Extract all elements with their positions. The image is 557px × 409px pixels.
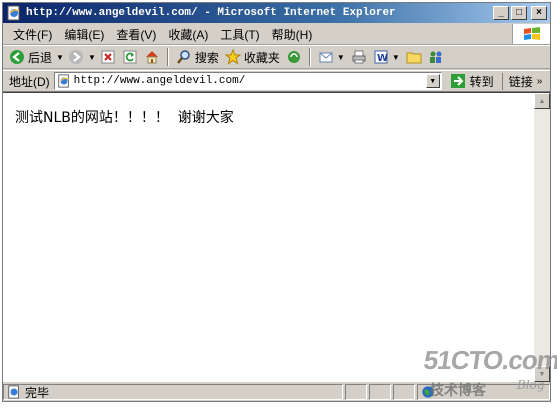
home-button[interactable] <box>142 47 162 67</box>
menu-help[interactable]: 帮助(H) <box>266 26 319 43</box>
page-done-icon <box>8 385 19 399</box>
search-label: 搜索 <box>194 50 219 65</box>
go-button[interactable]: 转到 <box>446 73 498 90</box>
windows-logo-icon <box>512 24 550 44</box>
status-panel-1 <box>345 384 367 400</box>
ie-document-icon <box>7 5 20 21</box>
favorites-star-icon <box>224 49 241 65</box>
title-bar[interactable]: http://www.angeldevil.com/ - Microsoft I… <box>3 3 550 23</box>
maximize-button[interactable]: □ <box>511 6 527 20</box>
status-main-panel: 完毕 <box>3 384 343 400</box>
mail-button[interactable]: ▼ <box>316 47 347 67</box>
menu-favorites[interactable]: 收藏(A) <box>162 26 214 43</box>
word-edit-icon: W <box>374 50 388 64</box>
mail-icon <box>319 52 333 63</box>
links-button[interactable]: 链接 » <box>501 72 543 90</box>
folder-icon <box>406 52 422 64</box>
refresh-icon <box>123 50 137 64</box>
watermark-brand: 51CTO.com <box>421 345 557 375</box>
scroll-up-icon[interactable]: ▲ <box>534 93 550 109</box>
discuss-button[interactable] <box>404 47 424 67</box>
toolbar-separator <box>308 48 311 66</box>
close-button[interactable]: × <box>531 6 547 20</box>
messenger-icon <box>429 51 442 63</box>
status-text: 完毕 <box>25 385 50 400</box>
toolbar-separator <box>166 48 169 66</box>
go-label: 转到 <box>469 74 494 89</box>
menu-tools[interactable]: 工具(T) <box>214 26 265 43</box>
chevron-right-icon: » <box>536 75 543 87</box>
favorites-button[interactable]: 收藏夹 <box>223 47 282 67</box>
menu-view[interactable]: 查看(V) <box>110 26 162 43</box>
menu-bar: 文件(F) 编辑(E) 查看(V) 收藏(A) 工具(T) 帮助(H) <box>3 24 550 45</box>
search-icon <box>176 50 190 64</box>
mail-dropdown-icon: ▼ <box>336 52 345 62</box>
vertical-scrollbar[interactable]: ▲ ▼ <box>534 93 550 382</box>
favorites-label: 收藏夹 <box>243 50 280 65</box>
media-button[interactable] <box>284 47 304 67</box>
address-input[interactable] <box>70 74 414 88</box>
watermark-blog: Blog <box>517 378 545 392</box>
svg-text:W: W <box>377 53 388 64</box>
print-button[interactable] <box>349 47 369 67</box>
page-body-text: 测试NLB的网站！！！！ 谢谢大家 <box>15 110 234 126</box>
messenger-button[interactable] <box>426 47 446 67</box>
home-icon <box>145 51 158 64</box>
back-dropdown-icon[interactable]: ▼ <box>56 53 64 62</box>
window-controls: _ □ × <box>493 6 547 20</box>
go-arrow-icon <box>450 74 465 88</box>
media-icon <box>287 51 300 63</box>
edit-dropdown-icon: ▼ <box>391 52 400 62</box>
search-button[interactable]: 搜索 <box>174 47 221 67</box>
browser-window: http://www.angeldevil.com/ - Microsoft I… <box>2 2 551 402</box>
status-panel-2 <box>369 384 391 400</box>
page-content[interactable]: 测试NLB的网站！！！！ 谢谢大家 ▲ ▼ <box>3 92 550 382</box>
back-button[interactable]: 后退 <box>7 47 54 67</box>
print-icon <box>352 50 366 64</box>
menu-file[interactable]: 文件(F) <box>3 26 58 43</box>
address-bar: 地址(D) ▼ 转到 链接 » <box>3 70 550 92</box>
watermark-sub: 技术博客 <box>430 383 486 399</box>
back-label: 后退 <box>28 50 53 65</box>
address-field[interactable]: ▼ <box>53 72 442 90</box>
forward-arrow-icon <box>68 50 83 64</box>
window-title: http://www.angeldevil.com/ - Microsoft I… <box>26 7 396 19</box>
links-label: 链接 <box>508 74 533 89</box>
minimize-button[interactable]: _ <box>493 6 509 20</box>
standard-toolbar: 后退 ▼ ▼ 搜索 收藏夹 ▼ W ▼ <box>3 45 550 69</box>
status-panel-3 <box>393 384 415 400</box>
stop-button[interactable] <box>98 47 118 67</box>
back-arrow-icon <box>10 50 24 64</box>
page-icon <box>57 74 69 88</box>
address-dropdown-icon[interactable]: ▼ <box>425 74 440 88</box>
menu-edit[interactable]: 编辑(E) <box>58 26 110 43</box>
forward-dropdown-icon[interactable]: ▼ <box>88 53 96 62</box>
edit-button[interactable]: W ▼ <box>371 47 402 67</box>
forward-button[interactable] <box>66 47 86 67</box>
refresh-button[interactable] <box>120 47 140 67</box>
stop-icon <box>101 50 115 64</box>
address-label: 地址(D) <box>9 74 50 89</box>
